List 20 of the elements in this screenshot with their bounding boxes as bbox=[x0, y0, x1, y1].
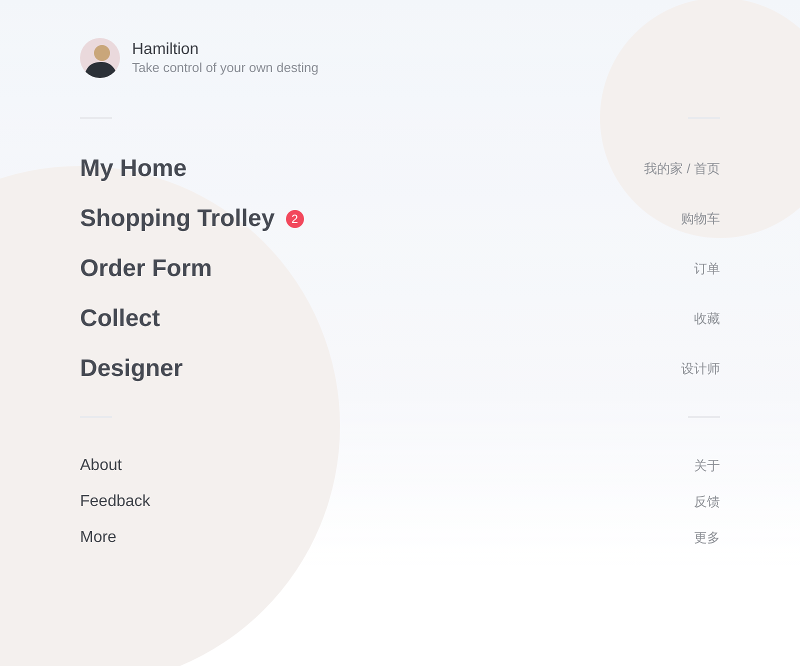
profile-name: Hamiltion bbox=[132, 40, 200, 60]
menu-item[interactable]: About bbox=[80, 454, 122, 478]
menu-item[interactable]: More bbox=[80, 526, 116, 550]
menu-translation: 关于 bbox=[694, 457, 720, 476]
menu-translation: 订单 bbox=[694, 260, 720, 278]
menu-item[interactable]: Collect bbox=[80, 301, 160, 337]
menu-translation: 购物车 bbox=[681, 210, 720, 228]
count-badge: 2 bbox=[286, 210, 304, 228]
profile-tagline: Take control of your own desting bbox=[132, 60, 318, 76]
menu-item[interactable]: My Home bbox=[80, 151, 187, 187]
menu-translation: 反馈 bbox=[694, 493, 720, 512]
menu-translation: 收藏 bbox=[694, 310, 720, 328]
avatar bbox=[80, 38, 120, 78]
menu-item[interactable]: Designer bbox=[80, 351, 183, 387]
menu-item[interactable]: Order Form bbox=[80, 251, 212, 287]
menu-translation: 我的家 / 首页 bbox=[644, 160, 720, 178]
menu-item[interactable]: Feedback bbox=[80, 490, 150, 514]
menu-translation: 更多 bbox=[694, 529, 720, 548]
menu-translation: 设计师 bbox=[681, 360, 720, 378]
menu-item[interactable]: Shopping Trolley bbox=[80, 201, 275, 237]
